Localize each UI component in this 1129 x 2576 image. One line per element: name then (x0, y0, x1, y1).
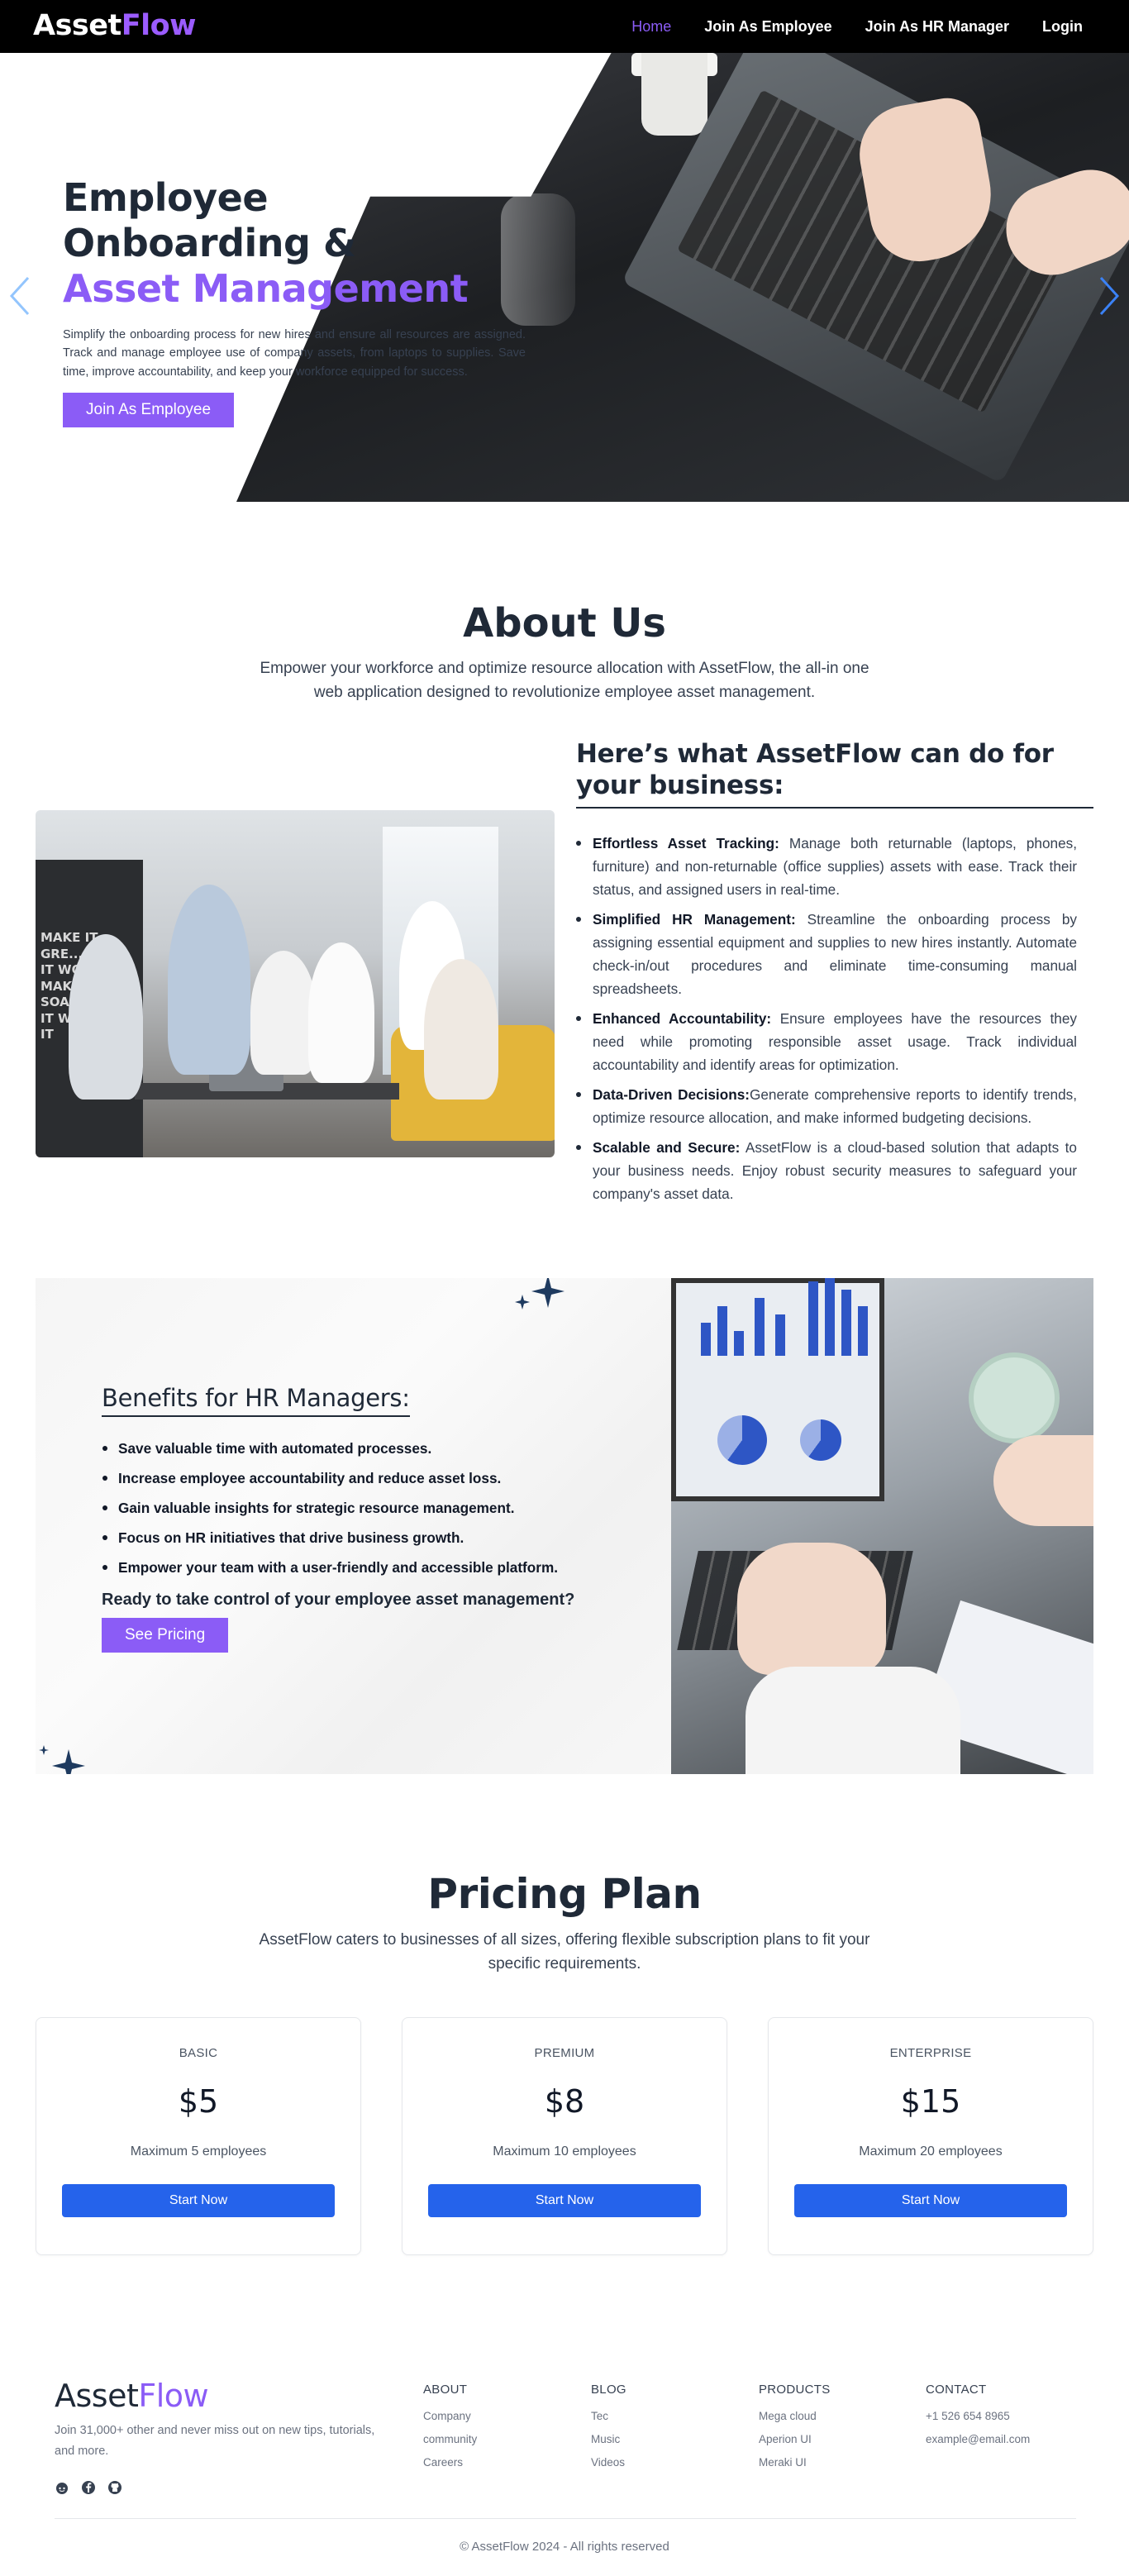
benefits-content: Benefits for HR Managers: Save valuable … (102, 1384, 614, 1653)
top-navbar: AssetFlow Home Join As Employee Join As … (0, 0, 1129, 53)
footer-column-title: PRODUCTS (759, 2383, 831, 2397)
footer-logo[interactable]: AssetFlow (55, 2378, 209, 2414)
benefits-section: Benefits for HR Managers: Save valuable … (36, 1278, 1093, 1774)
footer-link-videos[interactable]: Videos (591, 2451, 626, 2474)
copyright: © AssetFlow 2024 - All rights reserved (460, 2540, 669, 2554)
footer-contact-phone[interactable]: +1 526 654 8965 (926, 2405, 1030, 2428)
about-subtitle: Empower your workforce and optimize reso… (260, 660, 869, 701)
hero-carousel: Employee Onboarding & Asset Management S… (0, 53, 1129, 502)
benefits-question: Ready to take control of your employee a… (102, 1591, 575, 1609)
footer-link-music[interactable]: Music (591, 2428, 626, 2451)
footer-column-title: ABOUT (423, 2383, 468, 2397)
footer-link-company[interactable]: Company (423, 2405, 477, 2428)
plan-card-premium: PREMIUM $8 Maximum 10 employees Start No… (402, 2017, 727, 2255)
footer-column-products: PRODUCTS Mega cloud Aperion UI Meraki UI (759, 2383, 831, 2474)
footer-column-about: ABOUT Company community Careers (423, 2383, 477, 2474)
about-title: About Us (463, 600, 666, 646)
benefit-item: Increase employee accountability and red… (102, 1463, 614, 1493)
footer-divider (55, 2518, 1076, 2519)
footer-link-careers[interactable]: Careers (423, 2451, 477, 2474)
footer-column-blog: BLOG Tec Music Videos (591, 2383, 626, 2474)
footer-link-meraki-ui[interactable]: Meraki UI (759, 2451, 831, 2474)
feature-item: Enhanced Accountability: Ensure employee… (576, 1007, 1093, 1076)
logo-accent: Flow (121, 9, 197, 42)
plan-limit: Maximum 20 employees (859, 2144, 1003, 2159)
features-list: Effortless Asset Tracking: Manage both r… (576, 832, 1093, 1205)
footer-link-tec[interactable]: Tec (591, 2405, 626, 2428)
hero-text: Employee Onboarding & Asset Management S… (63, 175, 526, 427)
plan-price: $15 (900, 2083, 961, 2120)
github-icon[interactable] (107, 2480, 122, 2495)
sparkle-icon (515, 1278, 564, 1309)
hero-title-line2: Asset Management (63, 266, 469, 312)
footer-column-title: BLOG (591, 2383, 626, 2397)
benefit-item: Gain valuable insights for strategic res… (102, 1493, 614, 1523)
feature-item: Data-Driven Decisions:Generate comprehen… (576, 1083, 1093, 1129)
social-links (55, 2480, 122, 2495)
sparkle-icon (39, 1745, 85, 1774)
reddit-icon[interactable] (55, 2480, 69, 2495)
start-now-button[interactable]: Start Now (428, 2184, 701, 2217)
benefits-list: Save valuable time with automated proces… (102, 1433, 614, 1582)
benefit-item: Save valuable time with automated proces… (102, 1433, 614, 1463)
plan-price: $5 (178, 2083, 219, 2120)
feature-item: Simplified HR Management: Streamline the… (576, 908, 1093, 1000)
plan-price: $8 (544, 2083, 585, 2120)
footer-link-aperion-ui[interactable]: Aperion UI (759, 2428, 831, 2451)
logo-main: Asset (33, 9, 121, 42)
plan-limit: Maximum 5 employees (130, 2144, 267, 2159)
start-now-button[interactable]: Start Now (62, 2184, 335, 2217)
pricing-subtitle: AssetFlow caters to businesses of all si… (259, 1931, 870, 1973)
nav-link-join-employee[interactable]: Join As Employee (704, 18, 831, 36)
start-now-button[interactable]: Start Now (794, 2184, 1067, 2217)
plan-name: PREMIUM (534, 2046, 595, 2060)
plan-limit: Maximum 10 employees (493, 2144, 636, 2159)
facebook-icon[interactable] (81, 2480, 96, 2495)
nav-link-home[interactable]: Home (631, 18, 671, 36)
footer-column-title: CONTACT (926, 2383, 987, 2397)
footer-tagline: Join 31,000+ other and never miss out on… (55, 2424, 375, 2459)
benefits-heading: Benefits for HR Managers: (102, 1384, 410, 1417)
features-section: Here’s what AssetFlow can do for your bu… (576, 739, 1093, 1212)
see-pricing-button[interactable]: See Pricing (102, 1618, 229, 1653)
features-heading: Here’s what AssetFlow can do for your bu… (576, 739, 1093, 809)
footer-column-contact: CONTACT +1 526 654 8965 example@email.co… (926, 2383, 1030, 2451)
hero-join-employee-button[interactable]: Join As Employee (63, 392, 235, 427)
analytics-laptop-photo (671, 1278, 1093, 1774)
team-meeting-photo: MAKE IT GRE... MAKE IT WOW MAKE IT SOAR … (36, 810, 555, 1157)
feature-item: Effortless Asset Tracking: Manage both r… (576, 832, 1093, 901)
nav-links: Home Join As Employee Join As HR Manager… (631, 0, 1083, 53)
footer-link-mega-cloud[interactable]: Mega cloud (759, 2405, 831, 2428)
feature-item: Scalable and Secure: AssetFlow is a clou… (576, 1136, 1093, 1205)
logo[interactable]: AssetFlow (33, 9, 197, 42)
carousel-prev-arrow-icon[interactable] (8, 274, 31, 317)
pricing-title: Pricing Plan (427, 1870, 702, 1918)
carousel-next-arrow-icon[interactable] (1098, 274, 1121, 317)
nav-link-login[interactable]: Login (1042, 18, 1083, 36)
plan-card-basic: BASIC $5 Maximum 5 employees Start Now (36, 2017, 361, 2255)
nav-link-join-hr-manager[interactable]: Join As HR Manager (865, 18, 1009, 36)
hero-title-line1: Employee Onboarding & (63, 175, 356, 266)
plan-name: BASIC (179, 2046, 218, 2060)
footer-link-community[interactable]: community (423, 2428, 477, 2451)
benefit-item: Empower your team with a user-friendly a… (102, 1553, 614, 1582)
plan-card-enterprise: ENTERPRISE $15 Maximum 20 employees Star… (768, 2017, 1093, 2255)
benefit-item: Focus on HR initiatives that drive busin… (102, 1523, 614, 1553)
hero-description: Simplify the onboarding process for new … (63, 327, 526, 379)
footer-contact-email[interactable]: example@email.com (926, 2428, 1030, 2451)
plan-name: ENTERPRISE (889, 2046, 972, 2060)
